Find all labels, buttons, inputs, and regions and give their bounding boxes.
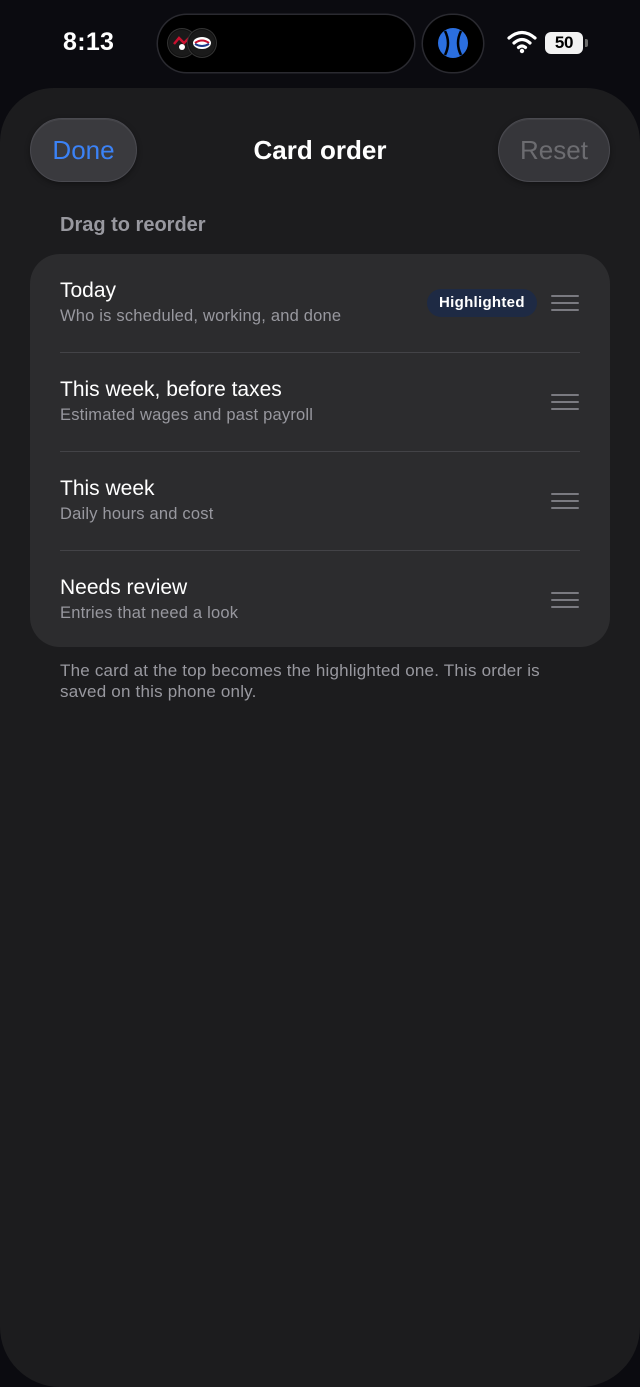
card-subtitle: Estimated wages and past payroll bbox=[60, 406, 314, 424]
baseball-icon bbox=[438, 28, 468, 58]
card-list: Today Who is scheduled, working, and don… bbox=[30, 254, 610, 647]
card-row-this-week-before-taxes[interactable]: This week, before taxes Estimated wages … bbox=[30, 353, 610, 452]
drag-handle-icon[interactable] bbox=[551, 493, 579, 509]
highlighted-badge: Highlighted bbox=[427, 289, 537, 317]
card-subtitle: Daily hours and cost bbox=[60, 505, 214, 523]
footer-note: The card at the top becomes the highligh… bbox=[60, 661, 540, 701]
card-title: Needs review bbox=[60, 576, 188, 599]
card-row-today[interactable]: Today Who is scheduled, working, and don… bbox=[30, 254, 610, 353]
reset-button[interactable]: Reset bbox=[498, 118, 610, 182]
card-subtitle: Entries that need a look bbox=[60, 604, 239, 622]
drag-handle-icon[interactable] bbox=[551, 295, 579, 311]
battery-cap bbox=[585, 39, 588, 47]
card-order-sheet: Done Card order Reset Drag to reorder To… bbox=[0, 88, 640, 1387]
card-title: This week bbox=[60, 477, 155, 500]
status-time: 8:13 bbox=[63, 28, 115, 56]
card-row-this-week[interactable]: This week Daily hours and cost bbox=[30, 452, 610, 551]
drag-handle-icon[interactable] bbox=[551, 592, 579, 608]
drag-handle-icon[interactable] bbox=[551, 394, 579, 410]
card-subtitle: Who is scheduled, working, and done bbox=[60, 307, 342, 325]
dynamic-island[interactable] bbox=[158, 15, 414, 72]
battery-icon: 50 bbox=[545, 32, 583, 54]
section-header: Drag to reorder bbox=[60, 214, 206, 236]
live-activity-pill[interactable] bbox=[423, 15, 483, 72]
team-logo-icon bbox=[188, 29, 216, 57]
card-row-needs-review[interactable]: Needs review Entries that need a look bbox=[30, 551, 610, 647]
screen: 8:13 50 Done Card order Reset Drag to re… bbox=[0, 0, 640, 1387]
wifi-icon bbox=[507, 30, 537, 54]
card-title: This week, before taxes bbox=[60, 378, 282, 401]
card-title: Today bbox=[60, 279, 117, 302]
